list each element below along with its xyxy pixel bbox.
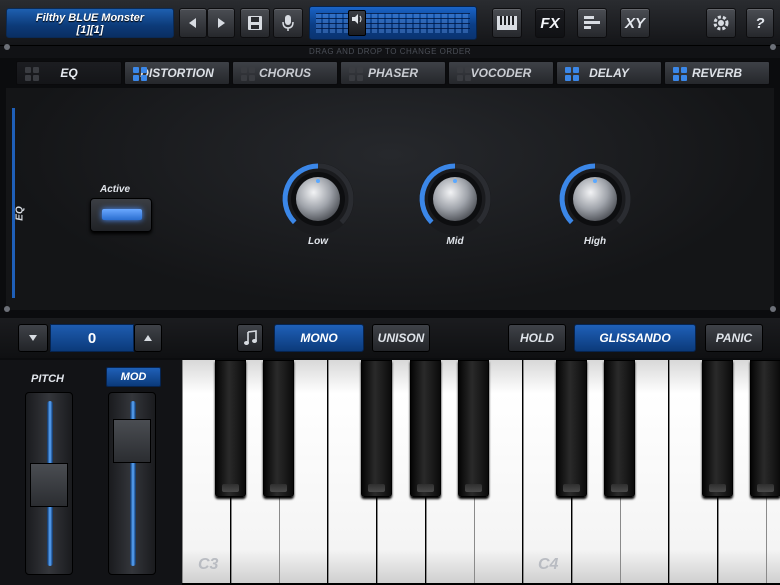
mono-button[interactable]: MONO: [274, 324, 364, 352]
black-key[interactable]: [555, 360, 587, 497]
arpeggiator-view-button[interactable]: [577, 8, 607, 38]
tab-vocoder[interactable]: VOCODER: [448, 61, 554, 85]
high-knob[interactable]: [558, 162, 632, 236]
octave-down-button[interactable]: [18, 324, 48, 352]
note-label-c4: C4: [538, 556, 559, 573]
help-button[interactable]: ?: [746, 8, 774, 38]
piano-keys-icon: [497, 16, 517, 30]
xy-pad-button[interactable]: XY: [620, 8, 650, 38]
power-grid-icon[interactable]: [457, 67, 471, 81]
tab-distortion[interactable]: DISTORTION: [124, 61, 230, 85]
screw-icon: [770, 44, 776, 50]
pitch-handle[interactable]: [30, 462, 68, 507]
power-grid-icon[interactable]: [241, 67, 255, 81]
volume-meter[interactable]: [309, 6, 477, 40]
preset-name-display[interactable]: Filthy BLUE Monster [1][1]: [6, 8, 174, 38]
scale-button[interactable]: [237, 324, 263, 352]
triangle-left-icon: [189, 18, 196, 28]
pitch-label: PITCH: [31, 373, 64, 385]
hold-button[interactable]: HOLD: [508, 324, 566, 352]
triangle-up-icon: [144, 335, 152, 341]
octave-value: 0: [50, 324, 134, 352]
octave-up-button[interactable]: [134, 324, 162, 352]
eq-side-label: EQ: [12, 108, 32, 298]
preset-bank: [1][1]: [76, 24, 104, 36]
unison-button[interactable]: UNISON: [372, 324, 430, 352]
low-knob-label: Low: [308, 236, 328, 247]
active-led: [102, 209, 142, 220]
drag-order-hint: DRAG AND DROP TO CHANGE ORDER: [0, 46, 780, 58]
mid-knob-label: Mid: [446, 236, 464, 247]
power-grid-icon[interactable]: [25, 67, 39, 81]
triangle-right-icon: [218, 18, 225, 28]
power-grid-icon[interactable]: [349, 67, 363, 81]
tab-chorus[interactable]: CHORUS: [232, 61, 338, 85]
screw-icon: [4, 306, 10, 312]
mod-handle[interactable]: [113, 419, 151, 463]
bars-icon: [584, 16, 600, 29]
tab-phaser[interactable]: PHASER: [340, 61, 446, 85]
active-label: Active: [100, 184, 131, 195]
glissando-button[interactable]: GLISSANDO: [574, 324, 696, 352]
speaker-icon: [352, 14, 362, 24]
next-preset-button[interactable]: [207, 8, 235, 38]
previous-preset-button[interactable]: [179, 8, 207, 38]
tab-reverb[interactable]: REVERB: [664, 61, 770, 85]
note-label-c3: C3: [198, 556, 219, 573]
black-key[interactable]: [214, 360, 246, 497]
record-button[interactable]: [273, 8, 303, 38]
screw-icon: [770, 306, 776, 312]
low-knob[interactable]: [281, 162, 355, 236]
black-key[interactable]: [263, 360, 295, 497]
black-key[interactable]: [458, 360, 490, 497]
knob-dial: [559, 163, 631, 235]
volume-handle[interactable]: [348, 10, 366, 36]
active-toggle[interactable]: [90, 198, 152, 232]
pitch-wheel[interactable]: [25, 392, 73, 575]
settings-button[interactable]: [706, 8, 736, 38]
high-knob-label: High: [583, 236, 607, 247]
preset-name: Filthy BLUE Monster: [35, 12, 145, 24]
power-grid-icon[interactable]: [673, 67, 687, 81]
music-note-icon: [244, 330, 257, 345]
black-key[interactable]: [360, 360, 392, 497]
panic-button[interactable]: PANIC: [705, 324, 763, 352]
piano-keyboard: C3 C4: [182, 360, 780, 585]
black-key[interactable]: [604, 360, 636, 497]
save-preset-button[interactable]: [240, 8, 270, 38]
mod-wheel[interactable]: [108, 392, 156, 575]
black-key[interactable]: [409, 360, 441, 497]
black-key[interactable]: [701, 360, 733, 497]
gear-icon: [713, 15, 729, 31]
screw-icon: [4, 44, 10, 50]
tab-delay[interactable]: DELAY: [556, 61, 662, 85]
microphone-icon: [282, 15, 294, 31]
power-grid-icon[interactable]: [565, 67, 579, 81]
power-grid-icon[interactable]: [133, 67, 147, 81]
keyboard-view-button[interactable]: [492, 8, 522, 38]
effect-tabs: EQ DISTORTION CHORUS PHASER VOCODER DELA…: [16, 61, 770, 85]
knob-dial: [282, 163, 354, 235]
triangle-down-icon: [29, 335, 37, 341]
knob-dial: [419, 163, 491, 235]
mid-knob[interactable]: [418, 162, 492, 236]
tab-eq[interactable]: EQ: [16, 61, 122, 85]
floppy-disk-icon: [248, 16, 262, 30]
black-key[interactable]: [750, 360, 780, 497]
mod-label: MOD: [106, 367, 161, 387]
fx-view-button[interactable]: FX: [535, 8, 565, 38]
